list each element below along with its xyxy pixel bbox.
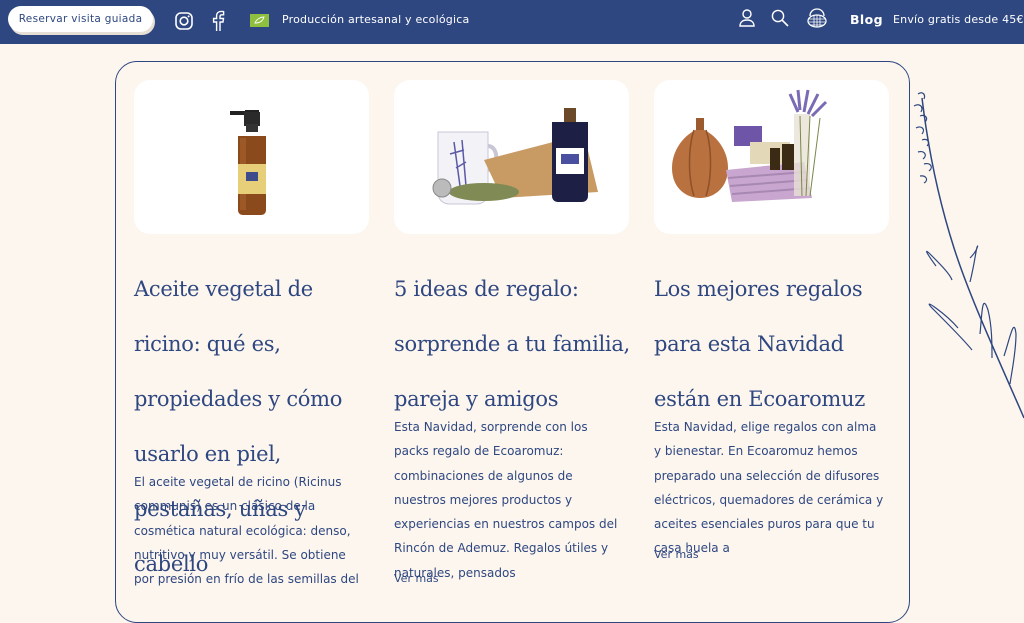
search-icon[interactable]	[770, 8, 790, 28]
blog-post-card[interactable]: Los mejores regalos para esta Navidad es…	[654, 80, 889, 561]
basket-icon[interactable]	[806, 7, 828, 29]
post-excerpt: Esta Navidad, sorprende con los packs re…	[394, 420, 618, 580]
facebook-icon[interactable]	[211, 10, 225, 32]
post-title[interactable]: 5 ideas de regalo: sorprende a tu famili…	[394, 262, 634, 427]
read-more-link[interactable]: Ver más	[654, 548, 699, 561]
post-excerpt: Esta Navidad, elige regalos con alma y b…	[654, 420, 884, 556]
read-more-link[interactable]: Ver más	[394, 572, 439, 585]
tagline: Producción artesanal y ecológica	[282, 13, 470, 26]
post-image-gift-ideas[interactable]	[394, 80, 629, 234]
top-bar: Reservar visita guiada Producción artesa…	[0, 0, 1024, 44]
instagram-icon[interactable]	[174, 11, 194, 31]
eu-organic-leaf-icon	[250, 14, 269, 27]
free-shipping-note: Envío gratis desde 45€	[893, 13, 1024, 26]
post-excerpt: El aceite vegetal de ricino (Ricinus com…	[134, 475, 359, 587]
post-title[interactable]: Los mejores regalos para esta Navidad es…	[654, 262, 894, 427]
post-image-christmas-gifts[interactable]	[654, 80, 889, 234]
lavender-illustration	[908, 88, 1024, 428]
blog-post-card[interactable]: Aceite vegetal de ricino: qué es, propie…	[134, 80, 369, 586]
user-icon[interactable]	[738, 8, 756, 28]
book-visit-button[interactable]: Reservar visita guiada	[8, 6, 153, 32]
blog-link[interactable]: Blog	[850, 12, 883, 27]
post-image-castor-oil[interactable]	[134, 80, 369, 234]
blog-post-card[interactable]: 5 ideas de regalo: sorprende a tu famili…	[394, 80, 630, 585]
